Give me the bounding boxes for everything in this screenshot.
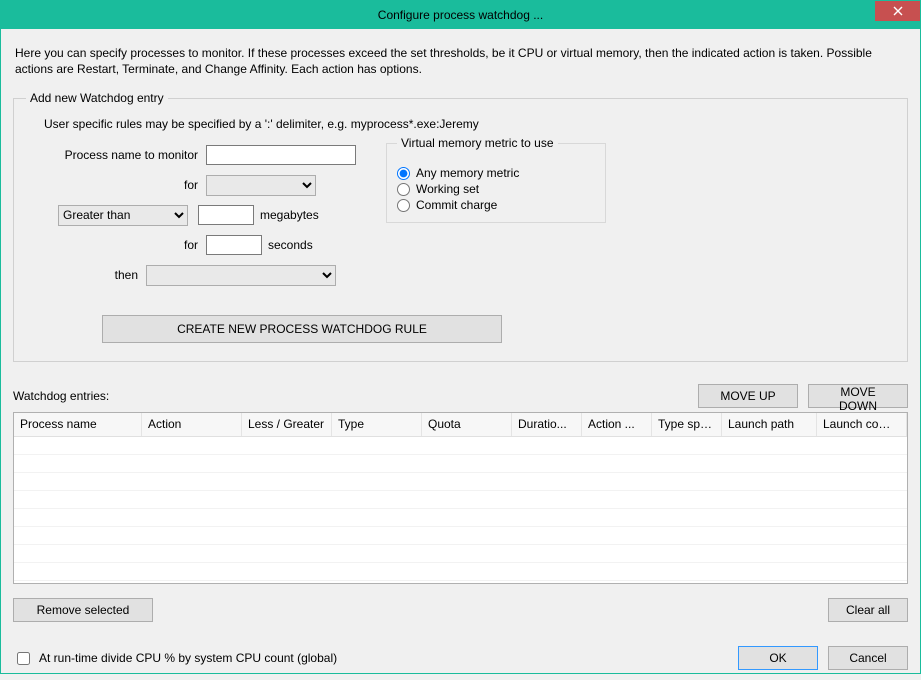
megabytes-input[interactable] (198, 205, 254, 225)
col-launch-cmd[interactable]: Launch comma... (817, 413, 907, 436)
table-row[interactable] (14, 509, 907, 527)
group-legend: Add new Watchdog entry (26, 91, 168, 105)
entries-grid[interactable]: Process name Action Less / Greater Type … (13, 412, 908, 584)
move-down-button[interactable]: MOVE DOWN (808, 384, 908, 408)
left-form: Process name to monitor for Greater than… (26, 143, 366, 293)
col-duration[interactable]: Duratio... (512, 413, 582, 436)
close-icon (893, 6, 903, 16)
col-action2[interactable]: Action ... (582, 413, 652, 436)
metric-cc-label: Commit charge (416, 198, 497, 212)
col-process-name[interactable]: Process name (14, 413, 142, 436)
metric-ws-radio[interactable] (397, 183, 410, 196)
entries-label: Watchdog entries: (13, 389, 109, 403)
table-row[interactable] (14, 491, 907, 509)
col-less-greater[interactable]: Less / Greater (242, 413, 332, 436)
comparison-select[interactable]: Greater than (58, 205, 188, 226)
remove-selected-button[interactable]: Remove selected (13, 598, 153, 622)
add-entry-group: Add new Watchdog entry User specific rul… (13, 91, 908, 362)
table-row[interactable] (14, 563, 907, 581)
for-label-1: for (26, 178, 206, 192)
cancel-button[interactable]: Cancel (828, 646, 908, 670)
for-select-1[interactable] (206, 175, 316, 196)
dialog-content: Here you can specify processes to monito… (1, 29, 920, 680)
table-row[interactable] (14, 437, 907, 455)
megabytes-unit: megabytes (260, 208, 319, 222)
close-button[interactable] (875, 1, 920, 21)
metric-any-radio[interactable] (397, 167, 410, 180)
seconds-input[interactable] (206, 235, 262, 255)
delimiter-hint: User specific rules may be specified by … (44, 117, 895, 131)
clear-all-button[interactable]: Clear all (828, 598, 908, 622)
metric-cc-radio[interactable] (397, 199, 410, 212)
col-action[interactable]: Action (142, 413, 242, 436)
seconds-unit: seconds (268, 238, 313, 252)
process-name-input[interactable] (206, 145, 356, 165)
then-label: then (26, 268, 146, 282)
table-row[interactable] (14, 455, 907, 473)
create-rule-button[interactable]: CREATE NEW PROCESS WATCHDOG RULE (102, 315, 502, 343)
window-title: Configure process watchdog ... (378, 8, 543, 22)
process-name-label: Process name to monitor (26, 148, 206, 162)
table-row[interactable] (14, 527, 907, 545)
metric-any-label: Any memory metric (416, 166, 519, 180)
col-type[interactable]: Type (332, 413, 422, 436)
grid-body (14, 437, 907, 581)
title-bar: Configure process watchdog ... (1, 1, 920, 29)
col-quota[interactable]: Quota (422, 413, 512, 436)
col-type-spe[interactable]: Type spe... (652, 413, 722, 436)
divide-cpu-label: At run-time divide CPU % by system CPU c… (39, 651, 337, 665)
move-up-button[interactable]: MOVE UP (698, 384, 798, 408)
metric-panel: Virtual memory metric to use Any memory … (386, 143, 606, 293)
then-select[interactable] (146, 265, 336, 286)
divide-cpu-checkbox[interactable] (17, 652, 30, 665)
metric-title: Virtual memory metric to use (397, 136, 558, 150)
grid-header: Process name Action Less / Greater Type … (14, 413, 907, 437)
description-text: Here you can specify processes to monito… (15, 45, 906, 77)
table-row[interactable] (14, 545, 907, 563)
col-launch-path[interactable]: Launch path (722, 413, 817, 436)
for-label-2: for (26, 238, 206, 252)
metric-ws-label: Working set (416, 182, 479, 196)
ok-button[interactable]: OK (738, 646, 818, 670)
table-row[interactable] (14, 473, 907, 491)
